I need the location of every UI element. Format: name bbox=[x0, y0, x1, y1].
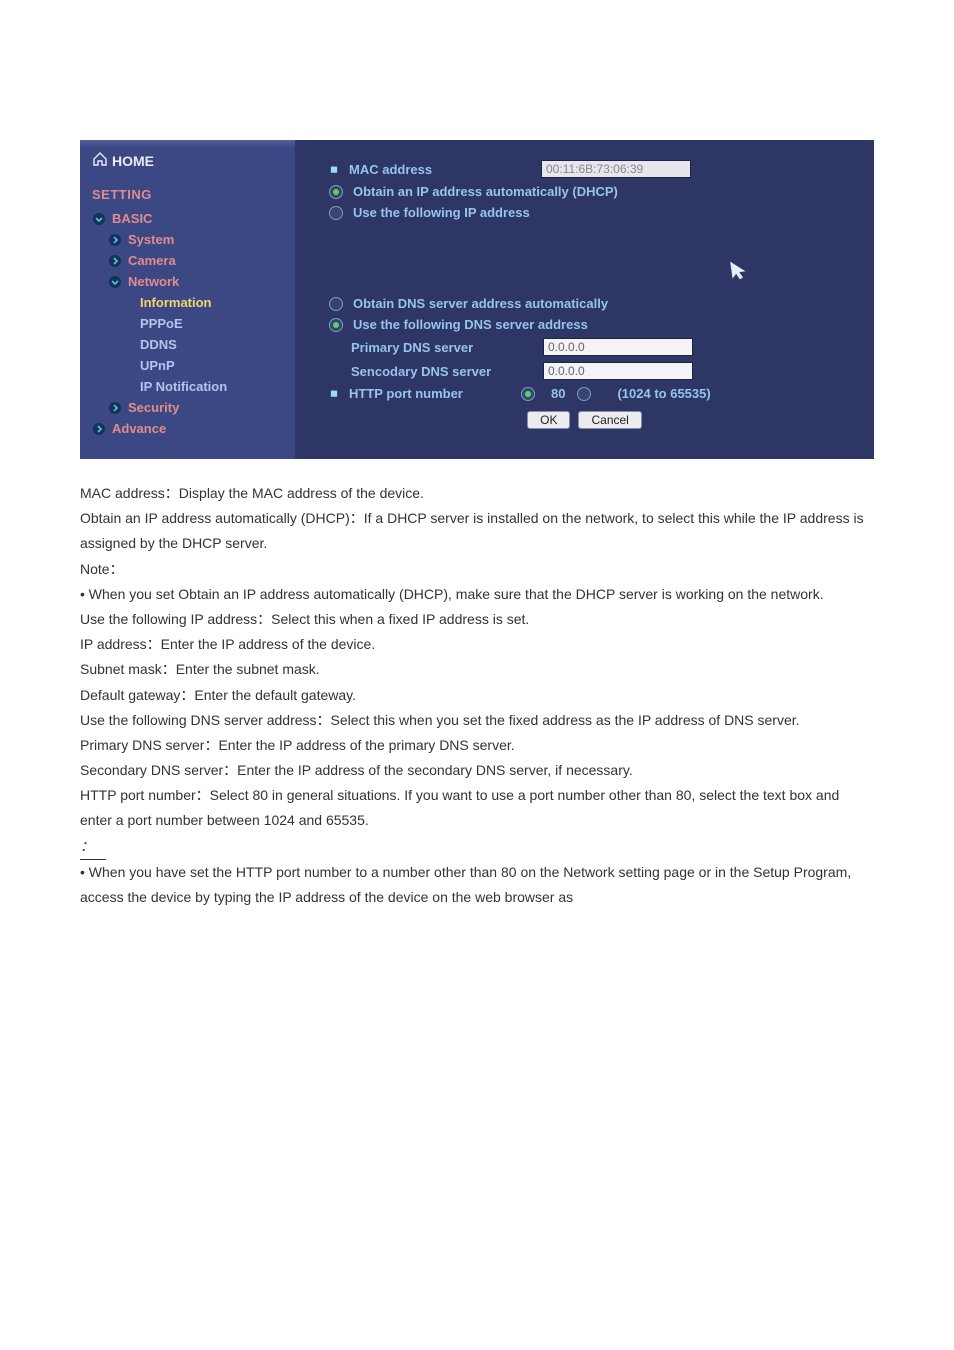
desc-line: Note： bbox=[80, 557, 874, 582]
desc-line: IP address：Enter the IP address of the d… bbox=[80, 632, 874, 657]
dns-auto-label: Obtain DNS server address automatically bbox=[353, 296, 608, 311]
desc-line: HTTP port number：Select 80 in general si… bbox=[80, 783, 874, 833]
http-port-label: HTTP port number bbox=[349, 386, 521, 401]
sidebar-item-ipnotification[interactable]: IP Notification bbox=[80, 376, 295, 397]
desc-line: Use the following DNS server address：Sel… bbox=[80, 708, 874, 733]
chevron-right-icon bbox=[108, 401, 122, 415]
radio-on-icon[interactable] bbox=[329, 318, 343, 332]
primary-dns-input[interactable] bbox=[543, 338, 693, 356]
sidebar-item-advance[interactable]: Advance bbox=[80, 418, 295, 439]
sidebar-item-information[interactable]: Information bbox=[80, 292, 295, 313]
sidebar-item-ddns[interactable]: DDNS bbox=[80, 334, 295, 355]
dhcp-label: Obtain an IP address automatically (DHCP… bbox=[353, 184, 618, 199]
chevron-down-icon bbox=[92, 212, 106, 226]
http-port-hint: (1024 to 65535) bbox=[617, 386, 710, 401]
desc-line: Use the following IP address：Select this… bbox=[80, 607, 874, 632]
setting-header: SETTING bbox=[80, 181, 295, 208]
radio-on-icon[interactable] bbox=[329, 185, 343, 199]
chevron-right-icon bbox=[108, 233, 122, 247]
sidebar-item-basic[interactable]: BASIC bbox=[80, 208, 295, 229]
secondary-dns-row: Sencodary DNS server bbox=[351, 362, 858, 380]
bullet-icon: ◼ bbox=[329, 388, 339, 399]
radio-off-icon[interactable] bbox=[329, 297, 343, 311]
http-port-80-radio[interactable] bbox=[521, 387, 535, 401]
sidebar-item-upnp[interactable]: UPnP bbox=[80, 355, 295, 376]
primary-dns-row: Primary DNS server bbox=[351, 338, 858, 356]
desc-line: • When you have set the HTTP port number… bbox=[80, 860, 874, 910]
dns-static-option[interactable]: Use the following DNS server address bbox=[329, 317, 858, 332]
desc-line: Secondary DNS server：Enter the IP addres… bbox=[80, 758, 874, 783]
settings-panel: HOME SETTING BASIC System Camera bbox=[80, 140, 874, 459]
sidebar-item-camera[interactable]: Camera bbox=[80, 250, 295, 271]
radio-off-icon[interactable] bbox=[329, 206, 343, 220]
cancel-button[interactable]: Cancel bbox=[578, 411, 641, 429]
description-block: MAC address：Display the MAC address of t… bbox=[80, 481, 874, 910]
home-label: HOME bbox=[112, 153, 154, 169]
mac-label: MAC address bbox=[349, 162, 541, 177]
chevron-right-icon bbox=[92, 422, 106, 436]
content-pane: ◼ MAC address Obtain an IP address autom… bbox=[295, 140, 874, 459]
sidebar: HOME SETTING BASIC System Camera bbox=[80, 140, 295, 459]
desc-line: MAC address：Display the MAC address of t… bbox=[80, 481, 874, 506]
spacer bbox=[311, 226, 858, 290]
http-port-custom-radio[interactable] bbox=[577, 387, 591, 401]
ok-button[interactable]: OK bbox=[527, 411, 570, 429]
mac-row: ◼ MAC address bbox=[329, 160, 858, 178]
primary-dns-label: Primary DNS server bbox=[351, 340, 543, 355]
static-ip-option[interactable]: Use the following IP address bbox=[329, 205, 858, 220]
desc-line: Default gateway：Enter the default gatewa… bbox=[80, 683, 874, 708]
desc-line: • When you set Obtain an IP address auto… bbox=[80, 582, 874, 607]
desc-line: Subnet mask：Enter the subnet mask. bbox=[80, 657, 874, 682]
chevron-right-icon bbox=[108, 254, 122, 268]
home-icon bbox=[92, 152, 108, 169]
cursor-icon bbox=[728, 258, 750, 287]
dhcp-option[interactable]: Obtain an IP address automatically (DHCP… bbox=[329, 184, 858, 199]
desc-line: Obtain an IP address automatically (DHCP… bbox=[80, 506, 874, 556]
http-port-80-label: 80 bbox=[551, 386, 565, 401]
mac-input bbox=[541, 160, 691, 178]
sidebar-item-network[interactable]: Network bbox=[80, 271, 295, 292]
sidebar-item-security[interactable]: Security bbox=[80, 397, 295, 418]
secondary-dns-label: Sencodary DNS server bbox=[351, 364, 543, 379]
note-underline: ： bbox=[80, 834, 106, 860]
sidebar-item-pppoe[interactable]: PPPoE bbox=[80, 313, 295, 334]
chevron-down-icon bbox=[108, 275, 122, 289]
desc-line: Primary DNS server：Enter the IP address … bbox=[80, 733, 874, 758]
dns-auto-option[interactable]: Obtain DNS server address automatically bbox=[329, 296, 858, 311]
dns-static-label: Use the following DNS server address bbox=[353, 317, 588, 332]
sidebar-item-system[interactable]: System bbox=[80, 229, 295, 250]
home-link[interactable]: HOME bbox=[80, 148, 295, 181]
http-port-row: ◼ HTTP port number 80 (1024 to 65535) bbox=[329, 386, 858, 401]
static-ip-label: Use the following IP address bbox=[353, 205, 530, 220]
secondary-dns-input[interactable] bbox=[543, 362, 693, 380]
bullet-icon: ◼ bbox=[329, 164, 339, 175]
